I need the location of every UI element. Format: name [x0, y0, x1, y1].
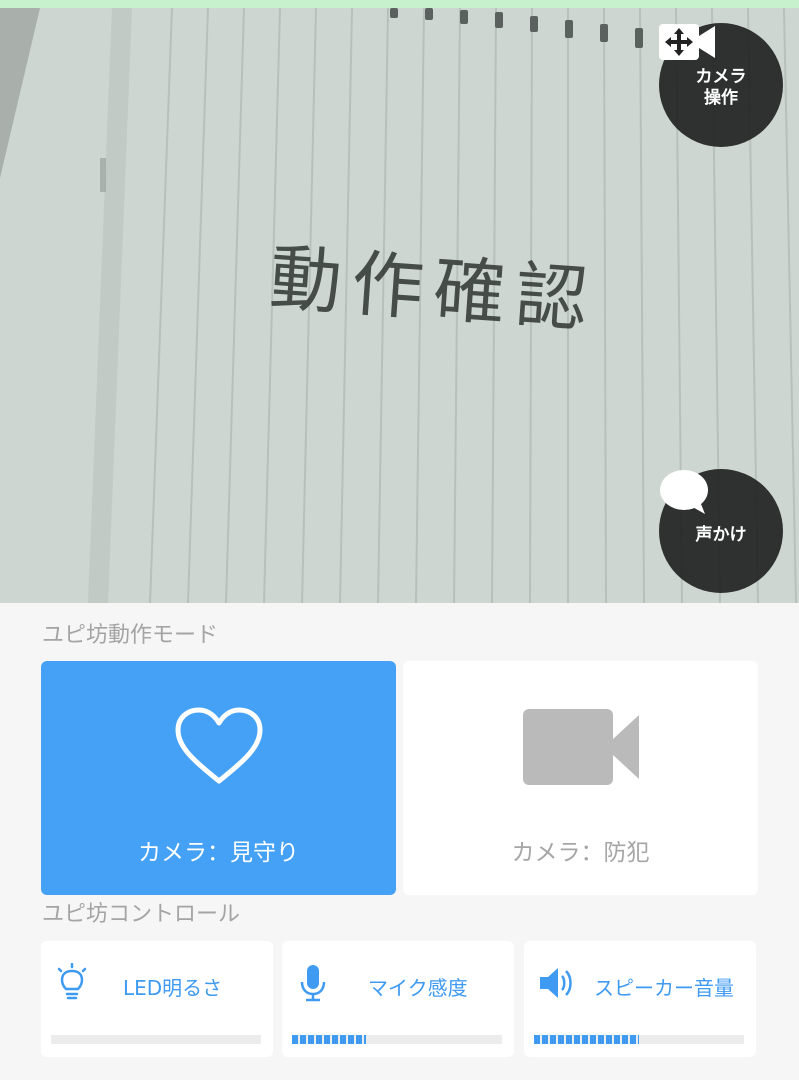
speaker-volume-level	[534, 1035, 639, 1044]
speaker-volume-slider[interactable]	[534, 1035, 744, 1044]
led-brightness-control[interactable]: LED明るさ	[41, 941, 273, 1057]
speaker-volume-control[interactable]: スピーカー音量	[524, 941, 756, 1057]
camera-control-label-1: カメラ	[695, 67, 747, 87]
speaker-volume-label: スピーカー音量	[594, 976, 734, 1000]
move-camera-icon	[659, 24, 715, 60]
video-camera-icon	[522, 709, 639, 785]
mode-watch-button[interactable]: カメラ：見守り	[41, 661, 396, 895]
speaker-icon	[540, 968, 572, 998]
mode-security-button[interactable]: カメラ：防犯	[403, 661, 758, 895]
mic-sensitivity-label: マイク感度	[368, 976, 468, 1000]
talk-label: 声かけ	[695, 524, 747, 545]
talk-button[interactable]: 声かけ	[659, 469, 783, 593]
mode-watch-label: カメラ：見守り	[138, 840, 299, 866]
mode-section-title: ユピ坊動作モード	[42, 623, 219, 648]
mic-sensitivity-control[interactable]: マイク感度	[282, 941, 514, 1057]
mic-sensitivity-level	[292, 1035, 366, 1044]
lightbulb-icon	[57, 963, 87, 1000]
camera-control-label-2: 操作	[704, 88, 738, 108]
led-brightness-slider[interactable]	[51, 1035, 261, 1044]
heart-icon	[175, 707, 262, 784]
mode-security-label: カメラ：防犯	[511, 840, 650, 866]
control-section-title: ユピ坊コントロール	[42, 902, 241, 927]
microphone-icon	[300, 965, 326, 1002]
led-brightness-label: LED明るさ	[123, 976, 223, 1000]
camera-feed: 動作確認 カメラ 操作 声かけ	[0, 8, 799, 603]
status-strip	[0, 0, 799, 8]
speech-bubble-icon	[660, 470, 708, 514]
camera-control-button[interactable]: カメラ 操作	[659, 23, 783, 147]
mic-sensitivity-slider[interactable]	[292, 1035, 502, 1044]
